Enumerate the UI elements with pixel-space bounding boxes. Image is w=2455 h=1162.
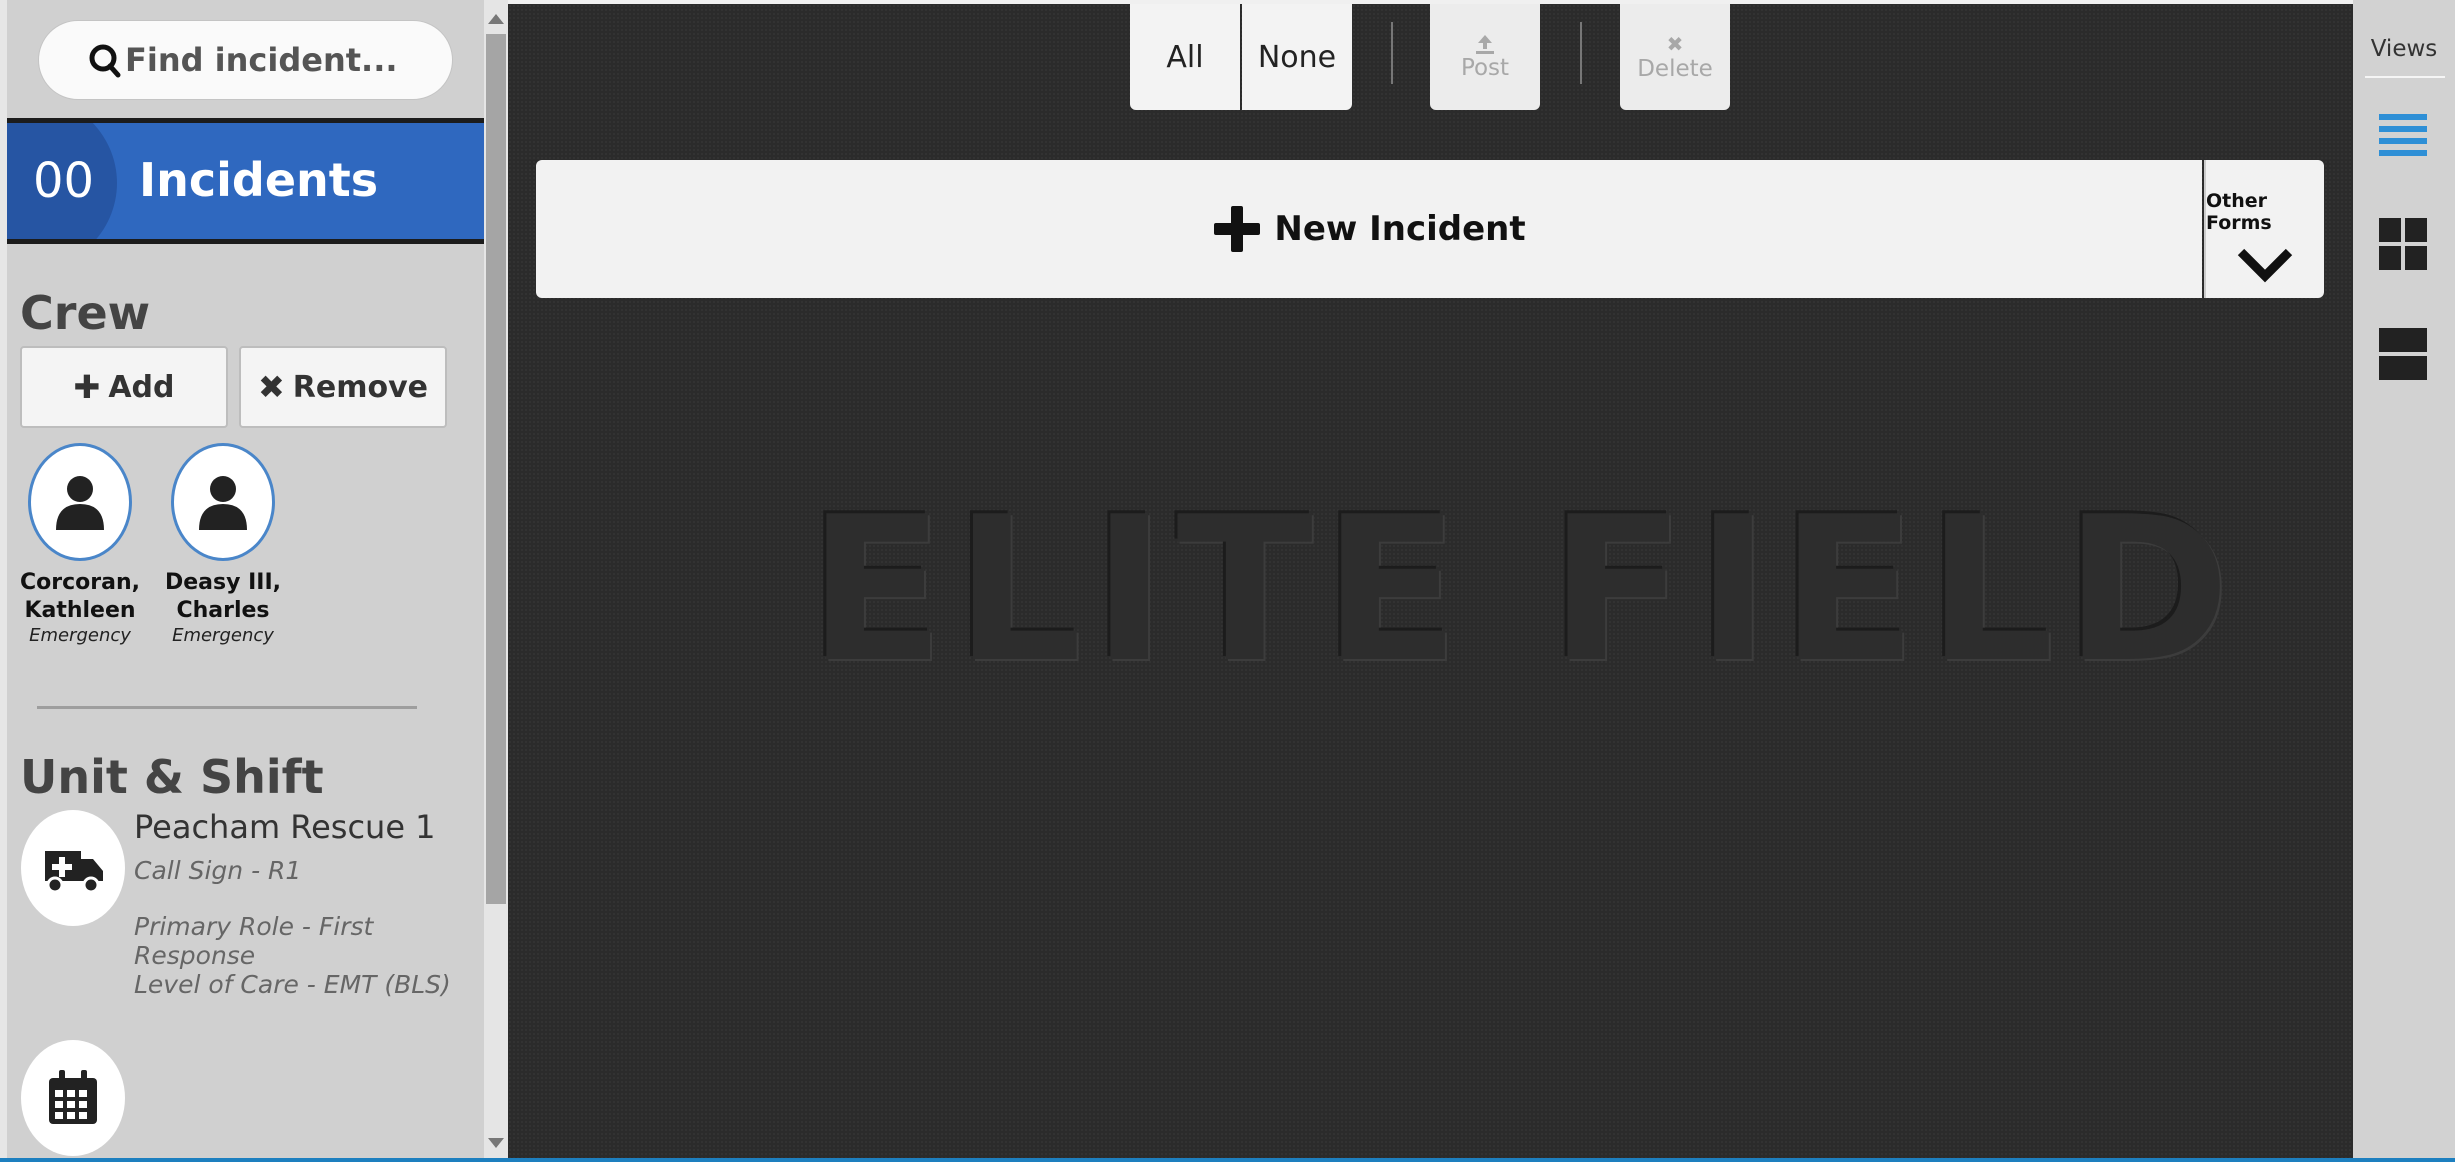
delete-button[interactable]: ✖ Delete: [1620, 4, 1730, 110]
split-view-icon[interactable]: [2379, 328, 2427, 380]
left-sidebar: Find incident... 00 Incidents Crew ✚ Add…: [0, 0, 484, 1162]
crew-member[interactable]: Deasy III, Charles Emergency: [153, 443, 293, 646]
upload-icon: [1476, 35, 1494, 54]
grid-view-icon[interactable]: [2379, 218, 2427, 270]
crew-name-line2: Charles: [176, 598, 270, 623]
select-all-button[interactable]: All: [1130, 4, 1240, 110]
bottom-accent-line: [0, 1158, 2455, 1162]
toolbar-separator: [1580, 22, 1582, 84]
unit-level-of-care: Level of Care - EMT (BLS): [134, 970, 451, 999]
delete-label: Delete: [1637, 56, 1713, 82]
chevron-down-icon: [2237, 248, 2293, 283]
unit-call-sign: Call Sign - R1: [134, 856, 302, 885]
crew-name-line1: Deasy III,: [164, 570, 282, 595]
avatar: [28, 443, 132, 561]
post-label: Post: [1460, 55, 1510, 81]
unit-shift-title: Unit & Shift: [20, 750, 324, 804]
post-button[interactable]: Post: [1430, 4, 1540, 110]
views-panel: Views: [2353, 0, 2455, 1162]
search-placeholder: Find incident...: [125, 41, 398, 79]
avatar: [171, 443, 275, 561]
incidents-label: Incidents: [139, 153, 379, 207]
new-incident-button[interactable]: New Incident: [536, 160, 2202, 298]
main-content: All None Post ✖ Delete New Incident Othe…: [508, 0, 2353, 1162]
crew-role: Emergency: [29, 625, 131, 646]
views-divider: [2365, 76, 2445, 78]
section-divider: [37, 706, 417, 709]
crew-name-line1: Corcoran,: [20, 570, 140, 595]
list-view-icon[interactable]: [2379, 110, 2427, 162]
unit-name: Peacham Rescue 1: [134, 808, 436, 846]
elite-field-watermark: ELITE FIELD: [808, 474, 2241, 707]
remove-crew-label: Remove: [292, 369, 429, 405]
plus-icon: [1214, 206, 1261, 252]
views-title: Views: [2370, 36, 2438, 62]
crew-member[interactable]: Corcoran, Kathleen Emergency: [10, 443, 150, 646]
crew-role: Emergency: [172, 625, 274, 646]
person-icon: [56, 476, 104, 530]
crew-title: Crew: [20, 286, 151, 340]
search-icon: [89, 44, 121, 78]
shift-button[interactable]: [21, 1040, 125, 1156]
sidebar-scrollbar[interactable]: [484, 0, 508, 1162]
add-crew-label: Add: [108, 369, 175, 405]
search-input[interactable]: Find incident...: [38, 20, 453, 100]
unit-button[interactable]: [21, 810, 125, 926]
other-forms-dropdown[interactable]: Other Forms: [2204, 160, 2324, 298]
plus-icon: ✚: [73, 368, 101, 406]
scrollbar-thumb[interactable]: [486, 34, 506, 904]
calendar-icon: [49, 1070, 97, 1124]
person-icon: [199, 476, 247, 530]
remove-crew-button[interactable]: ✖ Remove: [239, 346, 447, 428]
toolbar-separator: [1391, 22, 1393, 84]
crew-name-line2: Kathleen: [24, 598, 136, 623]
ambulance-icon: [45, 851, 103, 894]
app-window: Find incident... 00 Incidents Crew ✚ Add…: [0, 0, 2455, 1162]
scroll-up-arrow-icon[interactable]: [488, 14, 504, 24]
new-incident-label: New Incident: [1274, 209, 1526, 249]
unit-primary-role: Primary Role - First Response: [134, 912, 374, 970]
incidents-tab[interactable]: 00 Incidents: [7, 118, 484, 244]
other-forms-label: Other Forms: [2206, 190, 2272, 234]
incidents-count: 00: [33, 153, 95, 209]
select-none-button[interactable]: None: [1242, 4, 1352, 110]
add-crew-button[interactable]: ✚ Add: [20, 346, 228, 428]
close-icon: ✖: [257, 368, 285, 406]
scroll-down-arrow-icon[interactable]: [488, 1138, 504, 1148]
close-icon: ✖: [1666, 32, 1684, 56]
